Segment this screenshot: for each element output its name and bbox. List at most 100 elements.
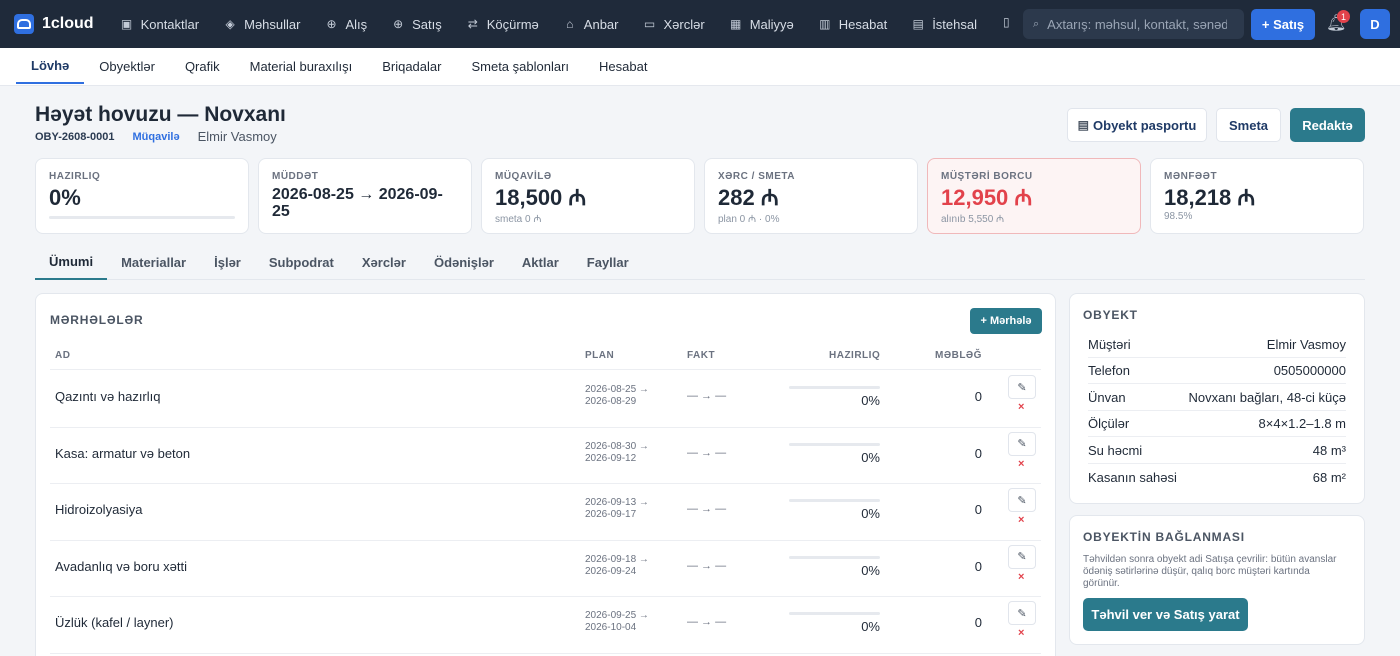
kpi-value: 12,950 ₼ — [941, 185, 1033, 210]
edit-icon[interactable]: ✎ — [1008, 488, 1036, 512]
subnav-dashboard[interactable]: Lövhə — [16, 48, 85, 84]
kpi-client-debt: MÜŞTƏRİ BORCU 12,950 ₼ alınıb 5,550 ₼ — [927, 158, 1141, 234]
closing-title: OBYEKTİN BAĞLANMASI — [1083, 530, 1245, 544]
topnav-item-expenses[interactable]: ▭ Xərclər — [631, 0, 717, 48]
closing-description: Təhvildən sonra obyekt adi Satışa çevril… — [1083, 554, 1337, 589]
topnav-label: İstehsal — [932, 16, 977, 32]
edit-icon[interactable]: ✎ — [1008, 431, 1036, 456]
subnav-material-release[interactable]: Material buraxılışı — [235, 48, 368, 84]
edit-icon[interactable]: ✎ — [1008, 544, 1036, 569]
topnav-item-warehouse[interactable]: ⌂ Anbar — [551, 0, 631, 48]
kpi-expense-estimate: XƏRC / SMETA 282 ₼ plan 0 ₼ · 0% — [704, 158, 918, 234]
header-divider — [50, 369, 1041, 370]
status-badge: Müqavilə — [132, 130, 180, 143]
edit-button[interactable]: Redaktə — [1290, 108, 1365, 142]
kpi-sub: smeta 0 ₼ — [495, 214, 542, 225]
kpi-value: 0% — [49, 185, 81, 210]
delete-icon[interactable]: × — [1018, 571, 1024, 583]
topnav-item-transfer[interactable]: ⇄ Köçürmə — [454, 0, 551, 48]
plan-from: 2026-08-30 → — [585, 440, 649, 452]
subnav-schedule[interactable]: Qrafik — [170, 48, 235, 84]
subnav-report[interactable]: Hesabat — [584, 48, 662, 84]
topnav-item-products[interactable]: ◈ Məhsullar — [211, 0, 312, 48]
grid-icon: ▦ — [730, 17, 742, 31]
row-divider — [50, 596, 1041, 597]
object-meta: OBY-2608-0001 Müqavilə Elmir Vasmoy — [35, 129, 277, 144]
tab-files[interactable]: Fayllar — [573, 244, 643, 280]
delete-icon[interactable]: × — [1018, 458, 1024, 470]
phase-progress-bar — [789, 442, 880, 446]
add-phase-button[interactable]: + Mərhələ — [970, 308, 1042, 334]
plan-to: 2026-09-24 — [585, 565, 637, 577]
plan-to: 2026-08-29 — [585, 396, 637, 407]
subnav-estimate-templates[interactable]: Smeta şablonları — [456, 48, 584, 84]
subnav-crews[interactable]: Briqadalar — [367, 48, 456, 84]
col-plan: PLAN — [585, 350, 615, 361]
kpi-contract: MÜQAVİLƏ 18,500 ₼ smeta 0 ₼ — [481, 158, 695, 234]
info-value: 48 m³ — [1312, 442, 1346, 458]
brand[interactable]: 1cloud — [14, 14, 94, 34]
phase-amount: 0 — [974, 615, 982, 630]
delete-icon[interactable]: × — [1018, 627, 1024, 639]
topnav-item-production[interactable]: ▤ İstehsal — [899, 0, 989, 48]
handover-create-sale-button[interactable]: Təhvil ver və Satış yarat — [1083, 598, 1248, 631]
phase-name: Üzlük (kafel / layner) — [55, 615, 174, 630]
col-fact: FAKT — [687, 350, 716, 361]
tab-general[interactable]: Ümumi — [35, 244, 108, 280]
row-divider — [50, 539, 1041, 541]
topnav-item-purchase[interactable]: ⊕ Alış — [312, 0, 379, 48]
user-avatar[interactable]: D — [1360, 9, 1390, 39]
phase-name: Kasa: armatur və beton — [55, 445, 191, 461]
info-key: Su həcmi — [1088, 442, 1143, 458]
card-icon: ▭ — [643, 17, 656, 31]
phase-progress-bar — [789, 555, 880, 559]
object-info-row: Müştəri Elmir Vasmoy — [1088, 332, 1346, 358]
col-readiness: HAZIRLIQ — [829, 350, 881, 361]
topnav-label: Məhsullar — [244, 16, 301, 32]
tab-materials[interactable]: Materiallar — [107, 244, 200, 280]
info-value: 0505000000 — [1273, 363, 1346, 379]
tab-payments[interactable]: Ödənişlər — [420, 244, 508, 280]
topnav-label: Hesabat — [838, 16, 888, 32]
topnav-label: Xərclər — [663, 16, 705, 32]
kpi-sub: plan 0 ₼ · 0% — [718, 214, 780, 225]
phase-amount: 0 — [974, 445, 982, 461]
estimate-button[interactable]: Smeta — [1216, 108, 1281, 142]
global-search[interactable]: ⌕ — [1023, 9, 1244, 39]
phase-amount: 0 — [974, 389, 982, 404]
topnav-item-contacts[interactable]: ▣ Kontaktlar — [108, 0, 212, 48]
phase-plan-dates: 2026-09-13 → 2026-09-17 — [585, 497, 649, 521]
tab-works[interactable]: İşlər — [200, 244, 255, 280]
row-divider — [50, 483, 1041, 484]
phase-plan-dates: 2026-09-18 → 2026-09-24 — [585, 554, 649, 578]
plan-to: 2026-09-17 — [585, 509, 637, 520]
object-passport-button[interactable]: ▤ Obyekt pasportu — [1067, 108, 1207, 142]
topnav-item-sales[interactable]: ⊕ Satış — [379, 0, 454, 48]
phase-fact: — → — — [687, 559, 727, 572]
new-sale-button[interactable]: + Satış — [1251, 9, 1315, 40]
object-panel: OBYEKT Müştəri Elmir Vasmoy Telefon 0505… — [1069, 293, 1365, 504]
object-code: OBY-2608-0001 — [35, 130, 115, 143]
edit-icon[interactable]: ✎ — [1008, 601, 1036, 625]
row-divider — [50, 652, 1041, 654]
delete-icon[interactable]: × — [1018, 514, 1024, 526]
document-icon[interactable]: ▯ — [1003, 15, 1017, 33]
topnav-label: Anbar — [583, 16, 619, 32]
edit-icon[interactable]: ✎ — [1008, 375, 1036, 399]
search-input[interactable] — [1047, 16, 1228, 32]
info-key: Ünvan — [1088, 389, 1126, 405]
topnav-item-reports[interactable]: ▥ Hesabat — [806, 0, 899, 48]
client-name: Elmir Vasmoy — [197, 129, 277, 144]
info-key: Kasanın sahəsi — [1088, 469, 1177, 485]
tab-subcontract[interactable]: Subpodrat — [255, 244, 348, 280]
tab-expenses[interactable]: Xərclər — [348, 244, 420, 280]
phase-amount: 0 — [974, 502, 982, 517]
subnav-objects[interactable]: Obyektlər — [84, 48, 170, 84]
plan-to: 2026-09-12 — [585, 452, 637, 464]
object-tabs: Ümumi Materiallar İşlər Subpodrat Xərclə… — [35, 244, 1365, 280]
tab-acts[interactable]: Aktlar — [508, 244, 573, 280]
delete-icon[interactable]: × — [1018, 401, 1024, 413]
kpi-label: MÜDDƏT — [272, 171, 319, 182]
kpi-profit: MƏNFƏƏT 18,218 ₼ 98.5% — [1150, 158, 1364, 234]
topnav-item-finance[interactable]: ▦ Maliyyə — [717, 0, 806, 48]
